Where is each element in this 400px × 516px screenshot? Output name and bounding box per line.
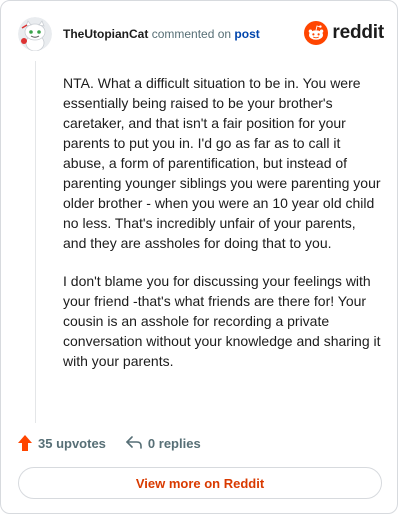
replies-stat[interactable]: 0 replies [126, 436, 201, 451]
byline: TheUtopianCat commented on post [63, 27, 260, 41]
upvotes-stat[interactable]: 35 upvotes [18, 435, 106, 451]
snoo-avatar-icon [18, 17, 52, 51]
comment-paragraph: NTA. What a difficult situation to be in… [63, 75, 381, 251]
reddit-logo-icon [304, 21, 329, 45]
action-text: commented on [151, 27, 232, 41]
comment-header: TheUtopianCat commented on post reddit [18, 17, 384, 51]
upvotes-count: 35 upvotes [38, 435, 106, 451]
post-link[interactable]: post [234, 27, 259, 41]
username-link[interactable]: TheUtopianCat [63, 27, 148, 41]
reply-arrow-icon [126, 436, 142, 450]
reddit-wordmark: reddit [332, 22, 384, 43]
upvote-arrow-icon [18, 435, 32, 451]
comment-footer: 35 upvotes 0 replies [18, 433, 201, 453]
view-more-button[interactable]: View more on Reddit [18, 467, 382, 499]
thread-line [35, 61, 36, 423]
comment-body: NTA. What a difficult situation to be in… [63, 73, 381, 389]
reddit-logo[interactable]: reddit [304, 20, 384, 46]
replies-count: 0 replies [147, 435, 201, 451]
comment-embed-card: TheUtopianCat commented on post reddit N… [0, 0, 398, 514]
comment-paragraph: I don't blame you for discussing your fe… [63, 273, 381, 369]
avatar[interactable] [18, 17, 52, 51]
